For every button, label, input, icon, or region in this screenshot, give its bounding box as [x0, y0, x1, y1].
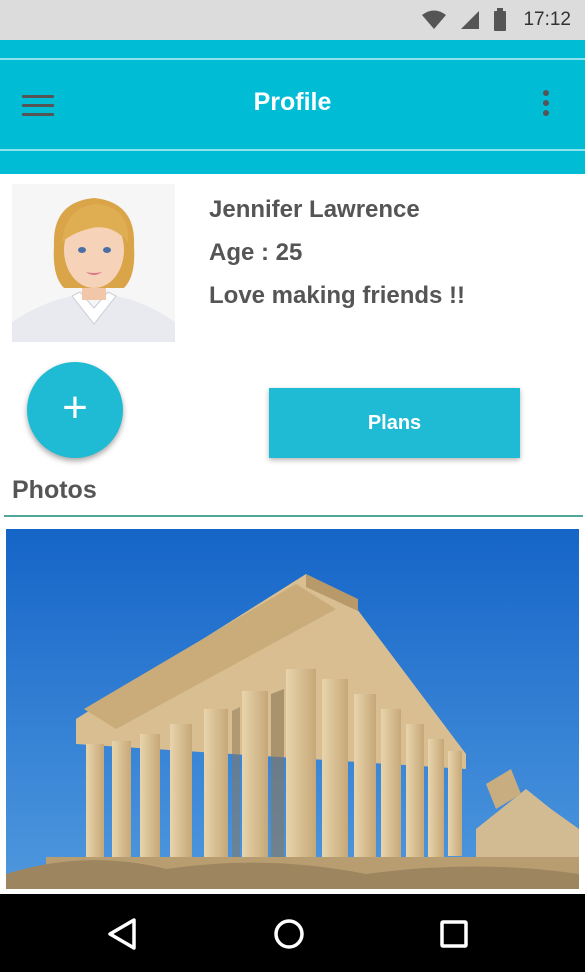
back-icon	[108, 918, 136, 950]
profile-bio: Love making friends !!	[209, 282, 466, 309]
app-bar: Profile	[0, 40, 585, 174]
home-icon	[274, 919, 304, 949]
page-title: Profile	[253, 88, 332, 116]
avatar	[12, 184, 175, 342]
avatar-photo	[12, 184, 175, 342]
status-time: 17:12	[523, 9, 571, 30]
parthenon-photo	[6, 529, 579, 889]
back-button[interactable]	[88, 894, 158, 972]
profile-info: Jennifer Lawrence Age : 25 Love making f…	[209, 194, 465, 323]
battery-icon	[494, 8, 507, 31]
cell-signal-icon	[461, 11, 480, 29]
home-button[interactable]	[254, 894, 324, 972]
status-icons: 17:12	[421, 6, 571, 34]
more-vert-icon[interactable]	[540, 90, 552, 120]
photos-heading: Photos	[12, 476, 97, 504]
status-bar: 17:12	[0, 0, 585, 40]
photo-item[interactable]	[6, 529, 579, 889]
recents-button[interactable]	[418, 894, 488, 972]
plans-button[interactable]: Plans	[269, 388, 520, 458]
profile-name: Jennifer Lawrence	[209, 196, 420, 223]
wifi-icon	[422, 10, 447, 29]
plus-icon: +	[62, 383, 88, 432]
app-bar-bottom-rule	[0, 149, 585, 151]
app-bar-top-rule	[0, 58, 585, 60]
nav-bar	[0, 894, 585, 972]
add-fab-button[interactable]: +	[27, 362, 123, 458]
recents-icon	[440, 920, 468, 948]
photos-divider	[4, 515, 583, 517]
profile-age: Age : 25	[209, 239, 303, 266]
